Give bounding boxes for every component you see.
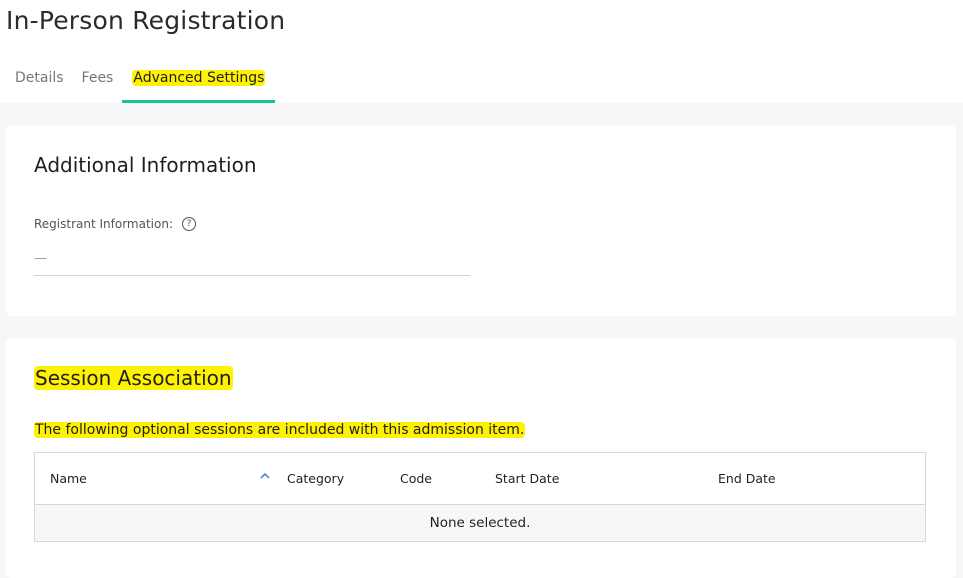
column-header-code[interactable]: Code [400,471,432,486]
additional-information-title: Additional Information [34,153,257,177]
session-association-title-text: Session Association [34,366,233,390]
registrant-information-label-text: Registrant Information: [34,217,174,231]
help-icon[interactable]: ? [182,217,197,231]
registrant-information-value: — [34,251,47,266]
tab-advanced-settings[interactable]: Advanced Settings [122,62,276,103]
table-empty-row: None selected. [35,505,925,541]
registrant-information-label: Registrant Information: ? [34,217,197,231]
column-header-end-date[interactable]: End Date [718,471,776,486]
page-header: In-Person Registration Details Fees Adva… [0,0,963,103]
session-association-description-text: The following optional sessions are incl… [34,422,526,438]
tab-fees[interactable]: Fees [73,62,123,95]
session-association-card: Session Association The following option… [6,338,956,578]
additional-information-card: Additional Information Registrant Inform… [6,125,956,316]
tab-bar: Details Fees Advanced Settings [6,62,276,103]
column-header-name[interactable]: Name [50,471,87,486]
tab-fees-label: Fees [81,70,114,86]
column-header-category[interactable]: Category [287,471,344,486]
tab-advanced-settings-label: Advanced Settings [132,70,266,86]
registrant-information-field[interactable]: — [34,251,470,276]
sessions-table: Name Category Code Start Date End Date N… [34,452,926,542]
session-association-description: The following optional sessions are incl… [34,422,526,438]
chevron-up-icon[interactable] [258,469,272,483]
session-association-title: Session Association [34,366,233,390]
column-header-start-date[interactable]: Start Date [495,471,559,486]
page-title: In-Person Registration [6,6,286,35]
empty-state-text: None selected. [429,515,531,531]
tab-details-label: Details [15,70,64,86]
sessions-table-header: Name Category Code Start Date End Date [35,453,925,505]
tab-details[interactable]: Details [6,62,73,95]
